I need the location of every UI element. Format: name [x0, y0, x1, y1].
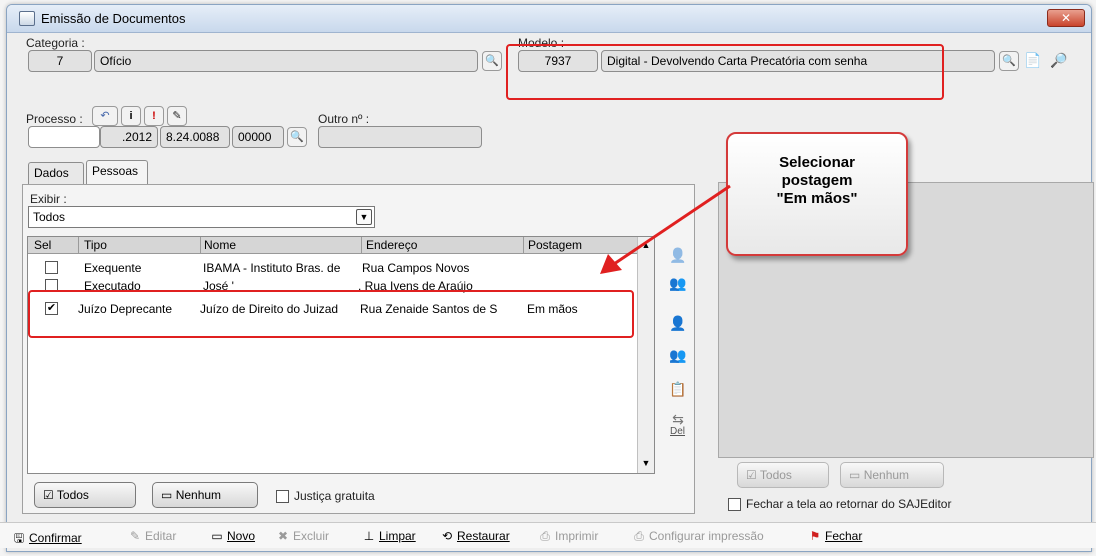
excluir-button[interactable]: ✖ Excluir — [276, 529, 329, 543]
callout-line-3: "Em mãos" — [776, 190, 858, 207]
categoria-label: Categoria : — [26, 36, 85, 50]
uncheck-all-icon: ▭ — [849, 468, 861, 482]
restaurar-label: Restaurar — [457, 529, 510, 543]
callout-line-1: Selecionar — [779, 154, 855, 171]
chevron-down-icon[interactable]: ▼ — [356, 209, 372, 225]
nenhum-label: Nenhum — [175, 488, 222, 502]
callout-arrow — [600, 184, 731, 274]
alert-icon[interactable]: ! — [144, 106, 164, 126]
right-nenhum-label: Nenhum — [863, 468, 910, 482]
column-postagem[interactable]: Postagem — [528, 238, 582, 252]
instruction-callout: Selecionar postagem "Em mãos" — [726, 132, 908, 256]
imprimir-button[interactable]: ⎙ Imprimir — [538, 529, 598, 544]
edit-icon: ✎ — [129, 529, 141, 543]
restaurar-button[interactable]: ⟲ Restaurar — [440, 529, 510, 543]
tag-icon[interactable]: ✎ — [167, 106, 187, 126]
justica-label: Justiça gratuita — [294, 489, 375, 503]
imprimir-label: Imprimir — [555, 529, 599, 543]
processo-part-4[interactable]: 00000 — [232, 126, 284, 148]
check-all-icon: ☑ — [746, 468, 757, 482]
todos-button[interactable]: ☑ Todos — [34, 482, 136, 508]
close-button[interactable]: ✕ — [1047, 9, 1085, 27]
right-todos-label: Todos — [759, 468, 792, 482]
todos-label: Todos — [56, 488, 89, 502]
editar-button[interactable]: ✎ Editar — [128, 529, 176, 543]
new-icon: ▭ — [211, 529, 223, 543]
grid-header: Sel Tipo Nome Endereço Postagem — [28, 237, 638, 254]
configurar-label: Configurar impressão — [649, 529, 764, 543]
table-row[interactable]: Exequente IBAMA - Instituto Bras. de Rua… — [28, 260, 638, 277]
find-document-icon[interactable]: 🔎 — [1050, 52, 1067, 69]
row-checkbox[interactable] — [45, 261, 58, 274]
configurar-impressao-button[interactable]: ⎙ Configurar impressão — [632, 529, 764, 544]
exibir-label: Exibir : — [30, 192, 67, 206]
info-icon[interactable]: i — [121, 106, 141, 126]
title-bar: Emissão de Documentos ✕ — [7, 5, 1091, 33]
exibir-value: Todos — [33, 210, 66, 224]
app-icon — [19, 11, 35, 26]
justica-checkbox[interactable] — [276, 490, 289, 503]
processo-part-1[interactable] — [28, 126, 100, 148]
column-sel[interactable]: Sel — [34, 238, 51, 252]
editar-label: Editar — [145, 529, 177, 543]
fechar-button[interactable]: ⚑ Fechar — [808, 529, 863, 543]
confirmar-label: Confirmar — [29, 531, 82, 545]
person-address-icon[interactable]: 👤 — [668, 314, 688, 332]
column-endereco[interactable]: Endereço — [366, 238, 417, 252]
column-tipo[interactable]: Tipo — [84, 238, 107, 252]
fechar-tela-checkbox[interactable] — [728, 498, 741, 511]
excluir-label: Excluir — [293, 529, 330, 543]
save-icon: 🖫 — [13, 531, 25, 545]
modelo-search-icon[interactable]: 🔍 — [999, 51, 1019, 71]
pessoas-grid: Sel Tipo Nome Endereço Postagem Exequent… — [27, 236, 655, 474]
person-doc-icon[interactable]: 📋 — [668, 380, 688, 398]
exibir-select[interactable]: Todos ▼ — [28, 206, 375, 228]
bottom-toolbar: 🖫 Confirmar ✎ Editar ▭ Novo ✖ Excluir ⊥ Limpa… — [0, 522, 1096, 548]
modelo-highlight-box — [506, 44, 944, 100]
print-settings-icon: ⎙ — [634, 529, 644, 543]
novo-button[interactable]: ▭ Novo — [210, 529, 255, 543]
row-nome: IBAMA - Instituto Bras. de — [203, 261, 341, 275]
scroll-down-icon[interactable]: ▼ — [640, 457, 652, 469]
categoria-search-icon[interactable]: 🔍 — [482, 51, 502, 71]
processo-part-2[interactable]: .2012 — [100, 126, 158, 148]
row-highlight-box — [28, 290, 634, 338]
row-tipo: Exequente — [84, 261, 142, 275]
undo-icon[interactable]: ↶ — [92, 106, 118, 126]
exit-icon: ⚑ — [809, 529, 821, 543]
preview-document-icon[interactable]: 📄 — [1024, 52, 1041, 69]
processo-part-3[interactable]: 8.24.0088 — [160, 126, 230, 148]
confirmar-button[interactable]: 🖫 Confirmar — [12, 529, 82, 550]
clear-icon: ⊥ — [363, 529, 375, 543]
nenhum-button[interactable]: ▭ Nenhum — [152, 482, 258, 508]
delete-icon: ✖ — [277, 529, 289, 543]
outro-field[interactable] — [318, 126, 482, 148]
column-nome[interactable]: Nome — [204, 238, 236, 252]
uncheck-all-icon: ▭ — [161, 488, 173, 502]
outro-label: Outro nº : — [318, 112, 370, 126]
novo-label: Novo — [227, 529, 256, 543]
processo-search-icon[interactable]: 🔍 — [287, 127, 307, 147]
right-nenhum-button[interactable]: ▭ Nenhum — [840, 462, 944, 488]
categoria-name-field[interactable]: Ofício — [94, 50, 478, 72]
limpar-label: Limpar — [379, 529, 416, 543]
fechar-tela-label: Fechar a tela ao retornar do SAJEditor — [746, 497, 952, 511]
window-title: Emissão de Documentos — [41, 11, 186, 26]
callout-line-2: postagem — [781, 172, 853, 189]
person-list-icon[interactable]: 👥 — [668, 346, 688, 364]
row-endereco: Rua Campos Novos — [362, 261, 470, 275]
restore-icon: ⟲ — [441, 529, 453, 543]
tab-pessoas[interactable]: Pessoas — [86, 160, 148, 185]
limpar-button[interactable]: ⊥ Limpar — [362, 529, 416, 543]
print-icon: ⎙ — [540, 529, 550, 543]
processo-label: Processo : — [26, 112, 83, 126]
categoria-code-field[interactable]: 7 — [28, 50, 92, 72]
tab-dados[interactable]: Dados — [28, 162, 84, 184]
delete-label[interactable]: Del — [670, 426, 685, 437]
check-all-icon: ☑ — [43, 488, 54, 502]
fechar-label: Fechar — [825, 529, 863, 543]
right-todos-button[interactable]: ☑ Todos — [737, 462, 829, 488]
